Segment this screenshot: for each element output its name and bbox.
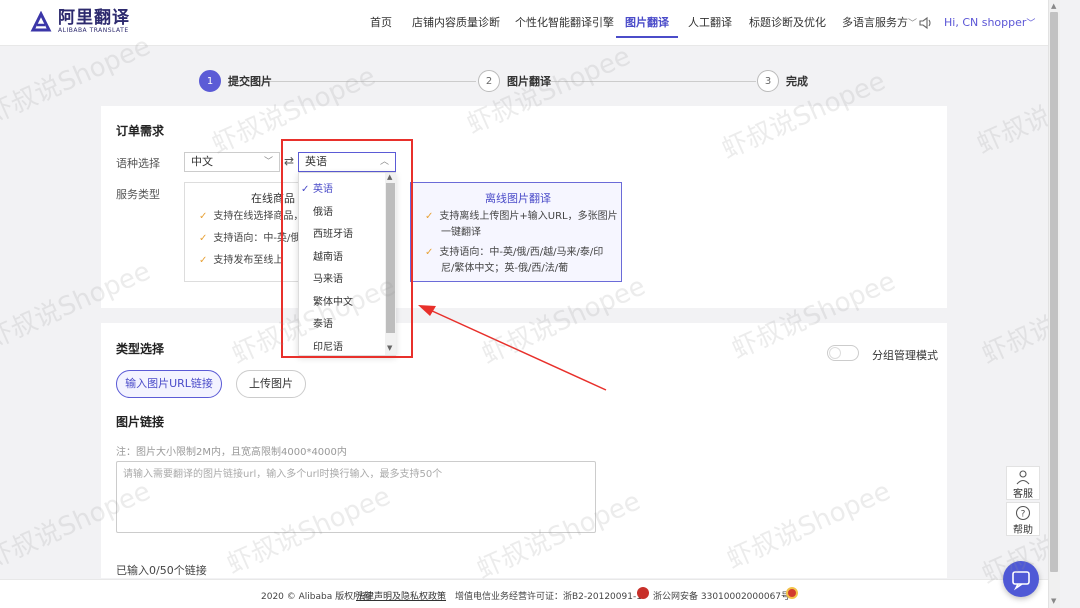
step-connector	[246, 81, 476, 82]
step-3-label: 完成	[786, 75, 808, 88]
user-icon	[1016, 470, 1030, 485]
scroll-down-icon[interactable]: ▼	[1051, 597, 1056, 605]
nav-image-translate[interactable]: 图片翻译	[616, 0, 678, 38]
police-badge-icon	[637, 587, 649, 599]
nav-home[interactable]: 首页	[370, 0, 392, 46]
nav-human-translate[interactable]: 人工翻译	[688, 0, 732, 46]
step-1-number: 1	[199, 70, 221, 92]
customer-service-label: 客服	[1013, 489, 1033, 500]
image-link-title: 图片链接	[116, 415, 165, 429]
nav-store-diagnosis[interactable]: 店铺内容质量诊断	[412, 0, 500, 46]
page-footer: 2020 © Alibaba 版权所有 法律声明及隐私权政策 增值电信业务经营许…	[0, 579, 1048, 608]
gov-emblem-icon	[786, 587, 798, 599]
url-textarea[interactable]: 请输入需要翻译的图片链接url，输入多个url时换行输入，最多支持50个	[116, 461, 596, 533]
speaker-icon[interactable]	[918, 15, 934, 31]
user-menu[interactable]: Hi, CN shopper﹀	[944, 0, 1035, 46]
nav-smart-engine[interactable]: 个性化智能翻译引擎	[515, 0, 614, 46]
chat-button[interactable]	[1003, 561, 1039, 597]
chevron-down-icon: ﹀	[263, 157, 273, 167]
step-1-label: 提交图片	[228, 75, 272, 88]
footer-copyright: 2020 © Alibaba 版权所有	[261, 592, 372, 602]
toggle-knob	[829, 347, 841, 359]
tab-upload-image[interactable]: 上传图片	[236, 370, 306, 398]
service-online-line: ✓ 支持发布至线上	[199, 252, 283, 270]
service-offline-line-text: 支持语向：中-英/俄/西/越/马来/泰/印	[439, 247, 604, 258]
user-greeting: Hi, CN shopper	[944, 16, 1027, 29]
top-header: 阿里翻译 ALIBABA TRANSLATE 首页 店铺内容质量诊断 个性化智能…	[0, 0, 1048, 46]
footer-icp: 增值电信业务经营许可证：浙B2-20120091-1	[455, 592, 642, 602]
group-mode-toggle[interactable]	[827, 345, 859, 361]
source-lang-value: 中文	[191, 155, 213, 168]
brand-name-en: ALIBABA TRANSLATE	[58, 27, 129, 34]
chat-icon	[1012, 571, 1030, 591]
page-scroll-thumb[interactable]	[1050, 12, 1058, 572]
step-3: 3 完成	[757, 70, 808, 92]
help-button[interactable]: ? 帮助	[1006, 502, 1040, 536]
scroll-up-icon[interactable]: ▲	[1051, 2, 1056, 10]
svg-text:?: ?	[1021, 510, 1026, 520]
check-icon: ✓	[199, 233, 208, 244]
chevron-down-icon: ﹀	[908, 19, 918, 29]
group-mode-label: 分组管理模式	[872, 349, 938, 362]
step-2-label: 图片翻译	[507, 75, 551, 88]
service-offline-option[interactable]: 离线图片翻译 ✓ 支持离线上传图片+输入URL，多张图片 一键翻译 ✓ 支持语向：中…	[410, 182, 622, 282]
service-online-line-text: 支持发布至线上	[213, 255, 284, 266]
logo-icon	[30, 10, 52, 31]
service-offline-line-text: 一键翻译	[441, 227, 481, 238]
tab-url-input[interactable]: 输入图片URL链接	[116, 370, 222, 398]
order-title: 订单需求	[116, 124, 165, 138]
step-3-number: 3	[757, 70, 779, 92]
help-icon: ?	[1015, 505, 1031, 521]
brand-logo[interactable]: 阿里翻译 ALIBABA TRANSLATE	[30, 9, 130, 34]
size-note: 注：图片大小限制2M内，且宽高限制4000*4000内	[116, 447, 347, 458]
nav-multilang-service[interactable]: 多语言服务方﹀	[842, 0, 917, 46]
service-offline-title: 离线图片翻译	[485, 192, 551, 205]
watermark: 虾叔说Shopee	[972, 61, 1048, 161]
footer-policy-link[interactable]: 法律声明及隐私权政策	[356, 589, 446, 602]
type-select-title: 类型选择	[116, 342, 165, 356]
watermark: 虾叔说Shopee	[977, 271, 1048, 371]
step-1: 1 提交图片	[199, 70, 272, 92]
lang-label: 语种选择	[116, 157, 160, 170]
check-icon: ✓	[199, 211, 208, 222]
nav-multilang-label: 多语言服务方	[842, 16, 908, 29]
service-offline-line-text: 支持离线上传图片+输入URL，多张图片	[439, 211, 618, 222]
link-count: 已输入0/50个链接	[116, 564, 207, 577]
step-2-number: 2	[478, 70, 500, 92]
footer-police: 浙公网安备 33010002000067号	[653, 592, 791, 602]
annotation-highlight-box	[281, 139, 413, 358]
check-icon: ✓	[199, 255, 208, 266]
check-icon: ✓	[425, 247, 434, 258]
source-lang-select[interactable]: 中文 ﹀	[184, 152, 280, 172]
help-label: 帮助	[1013, 525, 1033, 536]
step-connector	[550, 81, 756, 82]
step-2: 2 图片翻译	[478, 70, 551, 92]
brand-name-cn: 阿里翻译	[58, 8, 130, 28]
customer-service-button[interactable]: 客服	[1006, 466, 1040, 500]
service-offline-line-text: 尼/繁体中文；英-俄/西/法/葡	[441, 263, 569, 274]
service-label: 服务类型	[116, 188, 160, 201]
check-icon: ✓	[425, 211, 434, 222]
nav-title-diagnosis[interactable]: 标题诊断及优化	[749, 0, 826, 46]
chevron-down-icon: ﹀	[1026, 19, 1036, 29]
